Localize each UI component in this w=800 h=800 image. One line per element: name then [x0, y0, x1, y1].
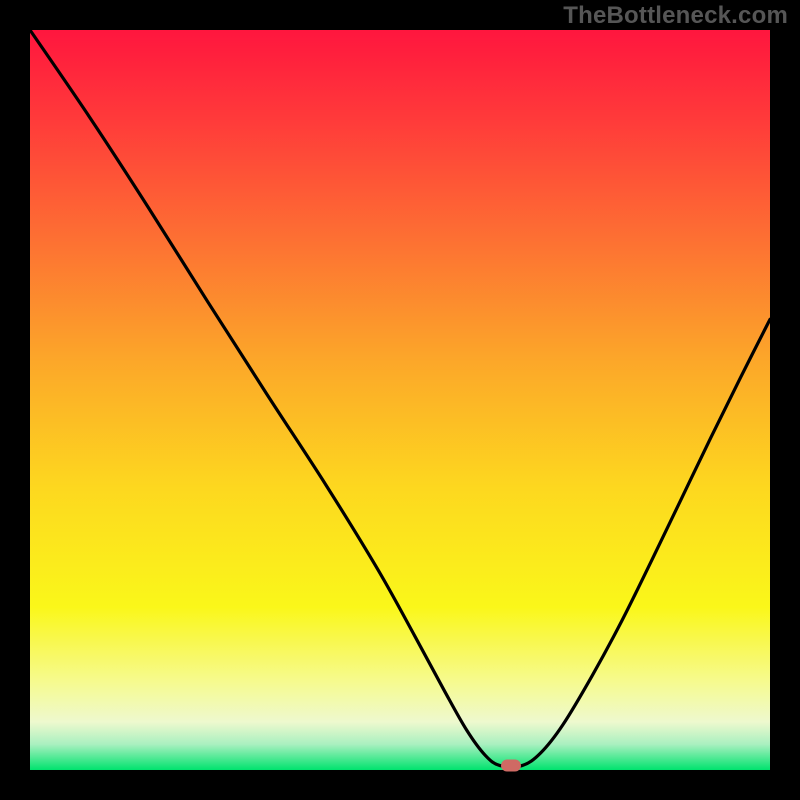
optimal-marker [501, 760, 521, 772]
watermark-label: TheBottleneck.com [563, 2, 788, 30]
bottleneck-plot [0, 0, 800, 800]
chart-frame: { "watermark": "TheBottleneck.com", "cha… [0, 0, 800, 800]
plot-background [30, 30, 770, 770]
